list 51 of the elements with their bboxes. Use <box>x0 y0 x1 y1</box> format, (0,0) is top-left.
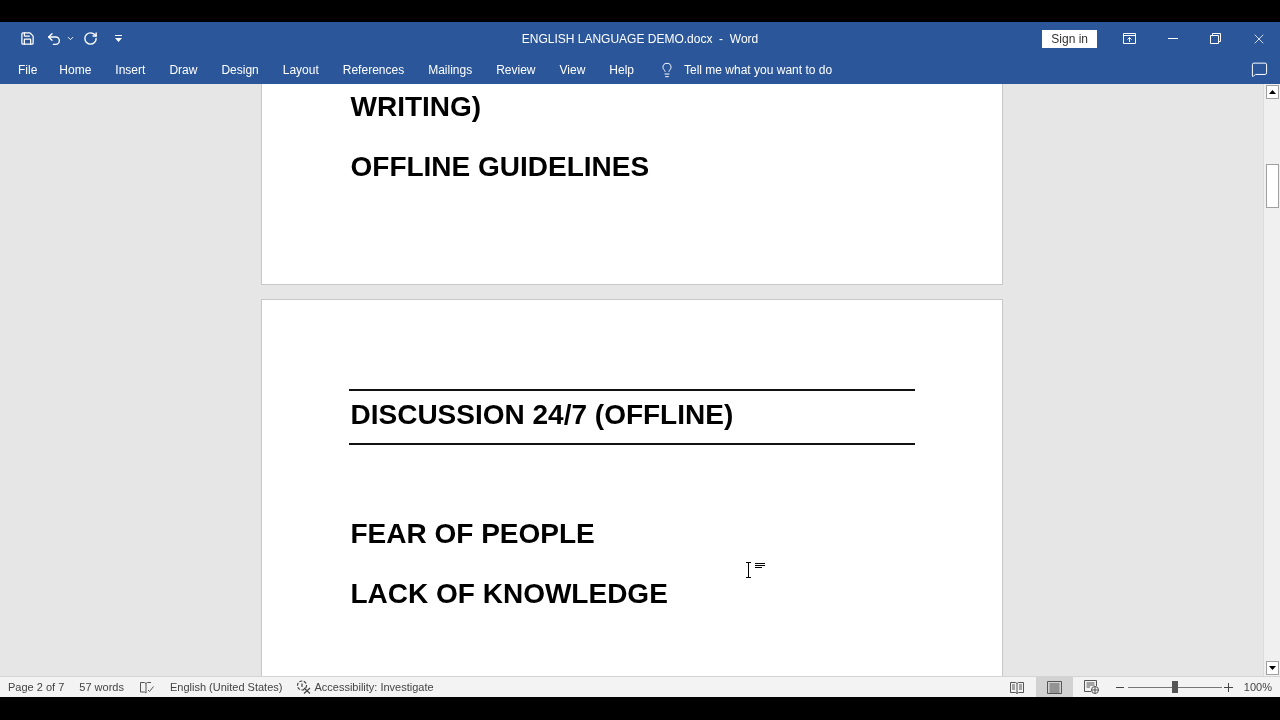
caret-with-line-icon <box>114 35 122 42</box>
window-arrow-icon <box>1123 33 1136 44</box>
ribbon-tab[interactable]: Layout <box>270 55 331 84</box>
ribbon-tab[interactable]: Insert <box>103 55 158 84</box>
scroll-down-button[interactable] <box>1265 661 1279 675</box>
ribbon-tab[interactable]: View <box>547 55 598 84</box>
heading-text: DISCUSSION 24/7 (OFFLINE) <box>350 399 734 430</box>
up-triangle-icon <box>1268 90 1276 94</box>
page-count-button[interactable]: Page 2 of 7 <box>8 677 65 697</box>
text-cursor-icon <box>745 562 766 578</box>
book-check-icon <box>139 680 154 694</box>
heading-text: OFFLINE GUIDELINES <box>350 151 650 182</box>
ribbon-tab[interactable]: Review <box>484 55 548 84</box>
lightbulb-icon <box>659 61 675 78</box>
ribbon-tab[interactable]: Design <box>209 55 271 84</box>
window-title: ENGLISH LANGUAGE DEMO.docx - Word <box>521 31 759 46</box>
undo-icon <box>46 30 62 47</box>
view-mode-button[interactable] <box>1035 677 1073 697</box>
scroll-up-button[interactable] <box>1265 85 1279 99</box>
zoom-level-text[interactable]: 100% <box>1243 681 1272 693</box>
plus-icon <box>1224 682 1234 692</box>
sign-in-button[interactable]: Sign in <box>1042 29 1097 48</box>
ribbon-tab[interactable]: File <box>8 55 48 84</box>
language-button[interactable]: English (United States) <box>169 677 283 697</box>
circular-arrow-icon <box>82 31 98 46</box>
ribbon-tab[interactable]: Mailings <box>416 55 485 84</box>
caret-icon <box>65 34 75 43</box>
word-count-button[interactable]: 57 words <box>79 677 124 697</box>
book-icon <box>1010 680 1025 694</box>
heading-text: FEAR OF PEOPLE <box>350 518 595 549</box>
ribbon-tab[interactable]: Draw <box>157 55 210 84</box>
minimize-icon <box>1167 38 1178 39</box>
accessibility-icon <box>296 680 312 694</box>
heading-text: WRITING) <box>350 91 482 122</box>
ribbon-tab[interactable]: Help <box>597 55 646 84</box>
ribbon-tab[interactable]: References <box>330 55 417 84</box>
web-page-icon <box>1083 680 1099 694</box>
vertical-scrollbar[interactable] <box>1263 84 1280 676</box>
down-triangle-icon <box>1268 666 1276 670</box>
speech-bubble-icon <box>1250 61 1268 78</box>
accessibility-button[interactable]: Accessibility: Investigate <box>296 677 434 697</box>
page-lines-icon <box>1046 680 1062 694</box>
save-icon <box>19 31 35 46</box>
scrollbar-thumb[interactable] <box>1265 164 1279 208</box>
zoom-slider-thumb[interactable] <box>1171 681 1178 693</box>
minus-icon <box>1115 686 1124 688</box>
zoom-slider[interactable] <box>1127 681 1222 693</box>
tell-me-search[interactable]: Tell me what you want to do <box>659 55 833 84</box>
ribbon-tab[interactable]: Home <box>47 55 104 84</box>
heading-text: LACK OF KNOWLEDGE <box>350 578 668 609</box>
restore-icon <box>1210 33 1221 44</box>
